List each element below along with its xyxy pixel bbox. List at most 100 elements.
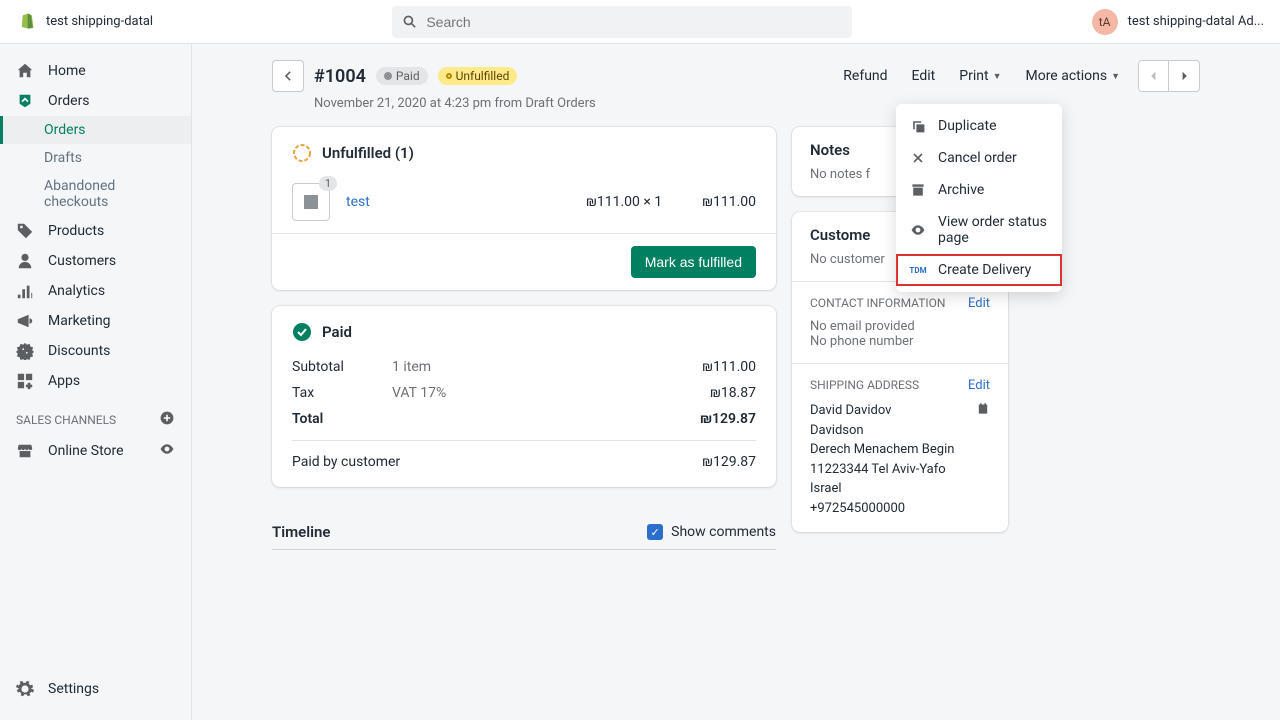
sidebar-item-label: Customers <box>48 253 116 269</box>
image-placeholder-icon <box>301 192 321 212</box>
dropdown-cancel[interactable]: Cancel order <box>896 142 1062 174</box>
gear-icon <box>16 680 34 698</box>
item-count-badge: 1 <box>319 176 337 191</box>
orders-icon <box>16 92 34 110</box>
contact-heading: CONTACT INFORMATION <box>810 296 945 311</box>
header-actions: Refund Edit Print ▼ More actions ▼ Dupli… <box>837 60 1200 92</box>
sidebar-sub-orders[interactable]: Orders <box>0 116 191 144</box>
dropdown-duplicate[interactable]: Duplicate <box>896 110 1062 142</box>
show-comments-toggle[interactable]: ✓ Show comments <box>647 524 776 540</box>
sidebar-item-online-store[interactable]: Online Store <box>0 435 191 467</box>
row-mid: 1 item <box>392 359 702 375</box>
store-name: test shipping-datal <box>46 14 153 29</box>
search-icon <box>402 14 418 30</box>
checkbox-label: Show comments <box>671 524 776 540</box>
avatar[interactable]: tA <box>1092 9 1118 35</box>
sidebar-item-orders[interactable]: Orders <box>0 86 191 116</box>
sidebar-sub-drafts[interactable]: Drafts <box>0 144 191 172</box>
row-label: Tax <box>292 385 392 401</box>
add-channel-icon[interactable] <box>159 410 175 429</box>
timeline-header: Timeline ✓ Show comments <box>272 503 776 550</box>
print-button[interactable]: Print ▼ <box>953 64 1007 88</box>
sidebar-item-apps[interactable]: Apps <box>0 366 191 396</box>
topbar-left: test shipping-datal <box>16 12 153 32</box>
sidebar-item-marketing[interactable]: Marketing <box>0 306 191 336</box>
search-input[interactable] <box>426 14 842 30</box>
sidebar-item-home[interactable]: Home <box>0 56 191 86</box>
edit-shipping-link[interactable]: Edit <box>968 378 990 393</box>
item-thumbnail[interactable]: 1 <box>292 183 330 221</box>
card-title: Unfulfilled (1) <box>322 144 414 162</box>
sidebar-item-products[interactable]: Products <box>0 216 191 246</box>
dot-icon <box>446 73 452 79</box>
item-name-link[interactable]: test <box>346 194 570 210</box>
customer-icon <box>16 252 34 270</box>
order-nav-buttons <box>1138 60 1200 92</box>
caret-down-icon: ▼ <box>1111 71 1120 82</box>
edit-button[interactable]: Edit <box>906 64 942 88</box>
item-line-total: ₪111.00 <box>702 194 756 210</box>
search-box[interactable] <box>392 6 852 38</box>
content: #1004 Paid Unfulfilled Refund Edit Print… <box>192 44 1280 720</box>
arrow-left-icon <box>280 68 296 84</box>
next-order-button[interactable] <box>1169 61 1199 91</box>
total-row: Total₪129.87 <box>292 406 756 432</box>
back-button[interactable] <box>272 60 304 92</box>
sidebar-item-discounts[interactable]: Discounts <box>0 336 191 366</box>
sidebar-item-customers[interactable]: Customers <box>0 246 191 276</box>
prev-order-button <box>1139 61 1169 91</box>
close-icon <box>910 150 926 166</box>
item-price-each: ₪111.00 × 1 <box>586 194 662 210</box>
topbar-right: tA test shipping-datal Ad... <box>1092 9 1264 35</box>
discount-icon <box>16 342 34 360</box>
duplicate-icon <box>910 118 926 134</box>
archive-icon <box>910 182 926 198</box>
tax-row: TaxVAT 17%₪18.87 <box>292 380 756 406</box>
dropdown-create-delivery[interactable]: TDMCreate Delivery <box>896 254 1062 286</box>
more-actions-button[interactable]: More actions ▼ Duplicate Cancel order Ar… <box>1019 64 1126 88</box>
paid-badge: Paid <box>376 67 428 85</box>
chevron-left-icon <box>1147 69 1161 83</box>
edit-contact-link[interactable]: Edit <box>968 296 990 311</box>
addr-line: 11223344 Tel Aviv-Yafo <box>810 460 990 480</box>
badge-label: Paid <box>396 69 420 83</box>
paid-status-icon <box>292 322 312 342</box>
dropdown-label: Duplicate <box>938 118 997 134</box>
order-header: #1004 Paid Unfulfilled Refund Edit Print… <box>272 60 1200 92</box>
addr-line: Davidson <box>810 421 990 441</box>
addr-line: David Davidov <box>810 401 990 421</box>
badge-label: Unfulfilled <box>456 69 510 83</box>
sidebar-item-label: Online Store <box>48 443 124 459</box>
user-name[interactable]: test shipping-datal Ad... <box>1128 14 1264 29</box>
eye-icon <box>910 222 926 238</box>
sidebar-item-label: Abandoned checkouts <box>44 178 175 210</box>
refund-button[interactable]: Refund <box>837 64 893 88</box>
dot-icon <box>384 72 392 80</box>
dropdown-label: Create Delivery <box>938 262 1031 278</box>
order-meta: November 21, 2020 at 4:23 pm from Draft … <box>314 96 1200 111</box>
addr-line: Derech Menachem Begin <box>810 440 990 460</box>
megaphone-icon <box>16 312 34 330</box>
sidebar-item-label: Drafts <box>44 150 82 166</box>
sidebar-sub-abandoned[interactable]: Abandoned checkouts <box>0 172 191 216</box>
sidebar-item-analytics[interactable]: Analytics <box>0 276 191 306</box>
eye-icon[interactable] <box>159 441 175 461</box>
sidebar-item-settings[interactable]: Settings <box>0 674 191 704</box>
sidebar-item-label: Orders <box>48 93 90 109</box>
contact-email: No email provided <box>810 319 990 334</box>
analytics-icon <box>16 282 34 300</box>
order-title: #1004 <box>314 66 366 87</box>
caret-down-icon: ▼ <box>993 71 1002 82</box>
unfulfilled-card: Unfulfilled (1) 1 test ₪111.00 × 1 ₪111.… <box>272 127 776 290</box>
clipboard-icon[interactable] <box>976 401 990 419</box>
subtotal-row: Subtotal1 item₪111.00 <box>292 354 756 380</box>
unfulfilled-status-icon <box>292 143 312 163</box>
apps-icon <box>16 372 34 390</box>
dropdown-view-status[interactable]: View order status page <box>896 206 1062 254</box>
sales-channels-header: SALES CHANNELS <box>0 396 191 435</box>
shipping-heading: SHIPPING ADDRESS <box>810 378 919 393</box>
dropdown-archive[interactable]: Archive <box>896 174 1062 206</box>
sidebar-item-label: Analytics <box>48 283 105 299</box>
mark-fulfilled-button[interactable]: Mark as fulfilled <box>631 246 756 278</box>
dropdown-label: View order status page <box>938 214 1048 246</box>
